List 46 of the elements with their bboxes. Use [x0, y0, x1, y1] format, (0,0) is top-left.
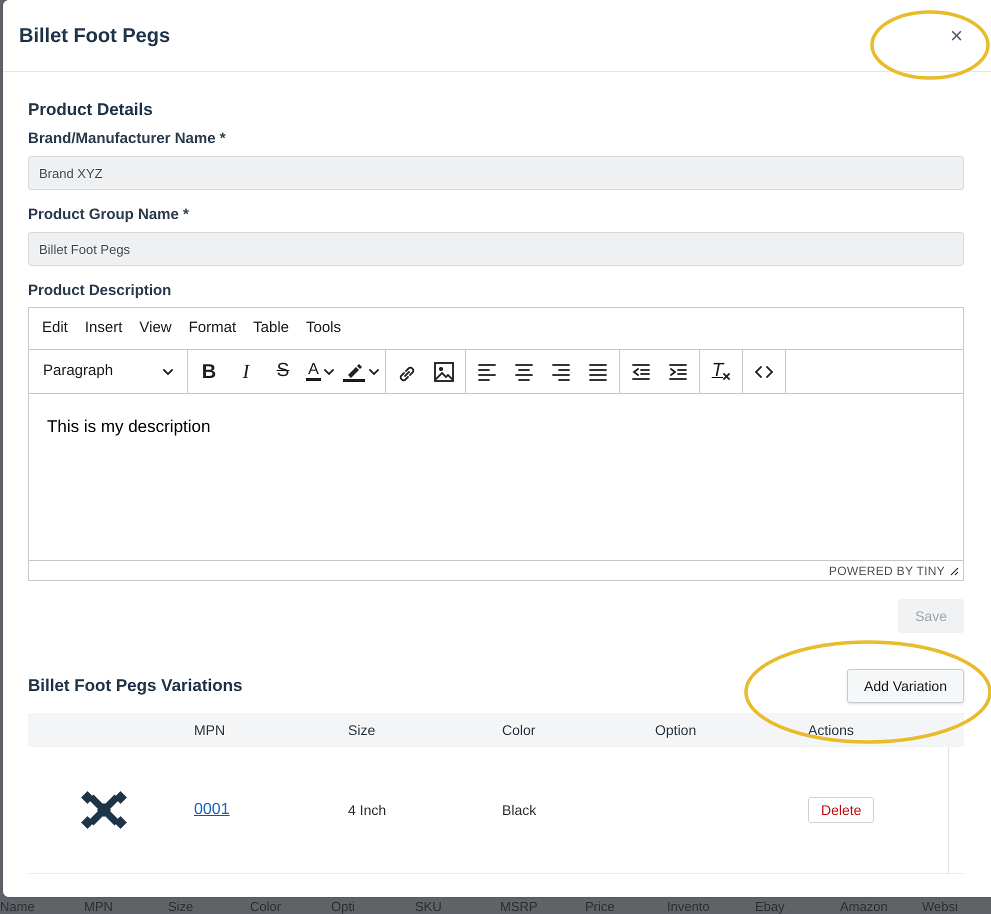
field-label: Brand/Manufacturer Name * — [28, 130, 227, 148]
close-button[interactable]: × — [950, 24, 963, 46]
delete-button[interactable]: Delete — [808, 797, 874, 823]
caret-icon — [369, 368, 379, 374]
add-variation-button[interactable]: Add Variation — [846, 669, 964, 703]
column-header: Option — [655, 720, 698, 740]
italic-button[interactable]: I — [229, 354, 263, 388]
menu-item[interactable]: Format — [182, 317, 244, 340]
column-header: Actions — [808, 720, 855, 740]
menu-item[interactable]: Insert — [78, 317, 130, 340]
section-heading: Product Details — [28, 100, 154, 120]
field-label: Product Group Name * — [28, 206, 190, 224]
justify-icon — [588, 362, 608, 382]
strikethrough-button[interactable]: S — [266, 354, 300, 388]
mpn-link[interactable]: 0001 — [194, 801, 230, 818]
table-cell-text: Black — [502, 800, 538, 820]
branding-link[interactable]: POWERED BY TINY — [828, 562, 945, 580]
clear-formatting-button[interactable]: T — [704, 354, 738, 388]
outdent-icon — [631, 362, 651, 382]
menu-item[interactable]: Edit — [35, 317, 75, 340]
block-format-select[interactable]: Paragraph — [33, 354, 183, 388]
column-header: Color — [502, 720, 536, 740]
align-right-icon — [551, 362, 571, 382]
resize-handle-icon[interactable] — [949, 566, 959, 576]
text-field[interactable]: Billet Foot Pegs — [28, 232, 964, 266]
align-left-icon — [477, 362, 497, 382]
bold-button[interactable]: B — [192, 354, 226, 388]
menu-item[interactable]: View — [132, 317, 179, 340]
caret-icon — [324, 368, 334, 374]
column-header: MPN — [194, 720, 226, 740]
caret-icon — [163, 368, 173, 374]
editor-text: This is my description — [47, 416, 212, 438]
text-color-button[interactable]: A — [303, 354, 337, 388]
indent-icon — [668, 362, 688, 382]
section-heading: Billet Foot Pegs Variations — [28, 675, 242, 698]
align-center-icon — [514, 362, 534, 382]
menu-item[interactable]: Table — [246, 317, 296, 340]
menu-item[interactable]: Tools — [299, 317, 348, 340]
text-field[interactable]: Brand XYZ — [28, 156, 964, 190]
cross-icon — [723, 373, 730, 380]
highlighter-icon — [342, 362, 366, 382]
column-header: Size — [348, 720, 376, 740]
table-cell-text: 4 Inch — [348, 800, 388, 820]
field-label: Product Description — [28, 282, 172, 300]
image-icon — [432, 362, 456, 382]
modal-title: Billet Foot Pegs — [19, 24, 170, 48]
